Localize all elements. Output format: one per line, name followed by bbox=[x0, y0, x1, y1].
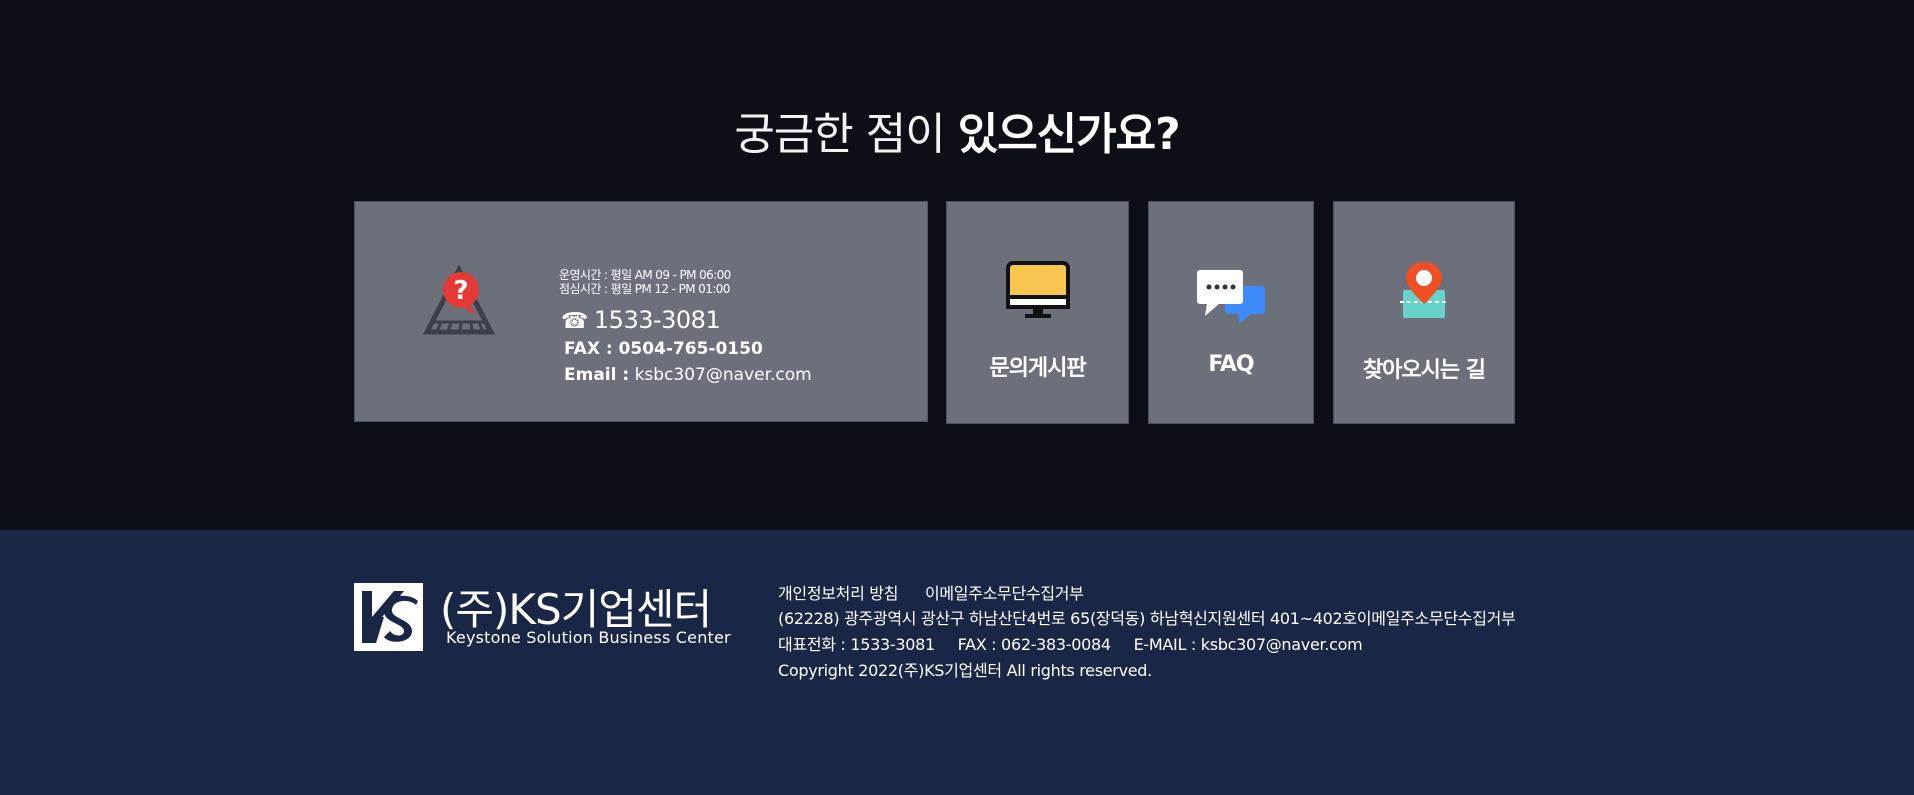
email-refuse-link[interactable]: 이메일주소무단수집거부 bbox=[925, 584, 1084, 603]
inquiry-board-tile[interactable]: 문의게시판 bbox=[946, 201, 1129, 424]
chat-bubbles-icon bbox=[1197, 270, 1265, 324]
faq-label: FAQ bbox=[1208, 352, 1254, 377]
phone-number[interactable]: ☎ 1533-3081 bbox=[561, 306, 721, 334]
help-question-icon: ? bbox=[422, 264, 496, 335]
footer-address: (62228) 광주광역시 광산구 하남산단4번로 65(장덕동) 하남혁신지원… bbox=[778, 609, 1516, 628]
svg-text:?: ? bbox=[453, 276, 468, 306]
site-footer: (주)KS기업센터 Keystone Solution Business Cen… bbox=[0, 530, 1914, 795]
monitor-icon bbox=[1005, 261, 1070, 318]
inquiry-board-label: 문의게시판 bbox=[989, 356, 1086, 381]
footer-contacts: 대표전화 : 1533-3081 FAX : 062-383-0084 E-MA… bbox=[778, 631, 1363, 655]
contact-section: 궁금한 점이 있으신가요? ? 운영시간 : 평일 AM 09 - PM 06:… bbox=[0, 0, 1914, 530]
fax-number: FAX : 0504-765-0150 bbox=[564, 339, 763, 359]
footer-fax: FAX : 062-383-0084 bbox=[957, 635, 1111, 654]
contact-info-card: ? 운영시간 : 평일 AM 09 - PM 06:00 점심시간 : 평일 P… bbox=[354, 201, 928, 422]
faq-tile[interactable]: FAQ bbox=[1148, 201, 1314, 424]
footer-phone: 대표전화 : 1533-3081 bbox=[778, 635, 935, 654]
footer-copyright: Copyright 2022(주)KS기업센터 All rights reser… bbox=[778, 661, 1152, 680]
phone-icon: ☎ bbox=[561, 309, 588, 334]
directions-label: 찾아오시는 길 bbox=[1362, 358, 1486, 383]
footer-links: 개인정보처리 방침 이메일주소무단수집거부 bbox=[778, 580, 1106, 604]
email-address[interactable]: Email : ksbc307@naver.com bbox=[564, 365, 812, 385]
operating-hours: 운영시간 : 평일 AM 09 - PM 06:00 점심시간 : 평일 PM … bbox=[559, 268, 731, 296]
company-subtitle: Keystone Solution Business Center bbox=[446, 628, 731, 647]
footer-email[interactable]: E-MAIL : ksbc307@naver.com bbox=[1134, 635, 1363, 654]
ks-logo-icon bbox=[354, 583, 423, 651]
directions-tile[interactable]: 찾아오시는 길 bbox=[1333, 201, 1515, 424]
location-pin-icon bbox=[1400, 262, 1448, 318]
privacy-policy-link[interactable]: 개인정보처리 방침 bbox=[778, 584, 898, 603]
section-headline: 궁금한 점이 있으신가요? bbox=[734, 109, 1180, 160]
